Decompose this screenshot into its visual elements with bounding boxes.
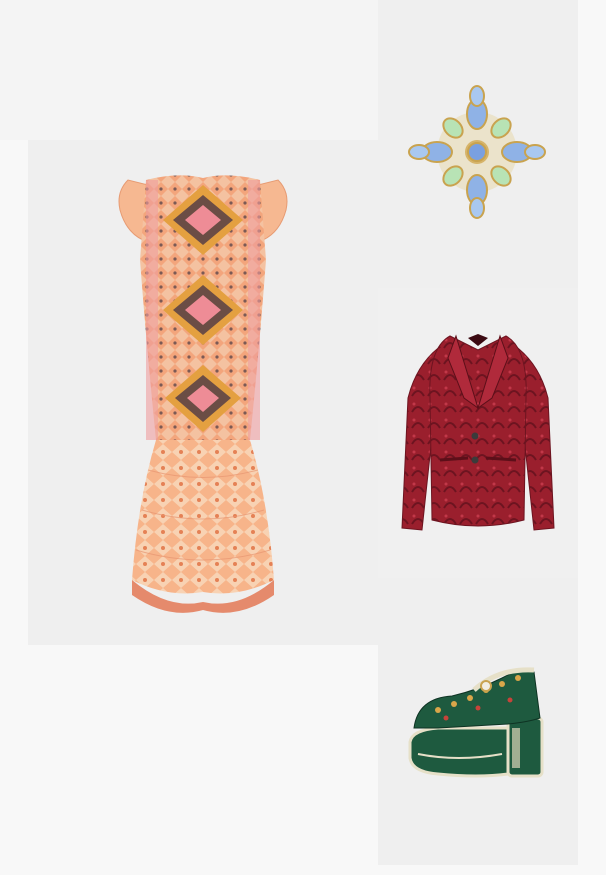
product-tile-brooch[interactable] xyxy=(378,0,578,288)
product-tile-blazer[interactable] xyxy=(378,288,578,578)
empty-tile xyxy=(0,0,378,140)
product-tile-shoe[interactable] xyxy=(378,578,578,865)
red-jacquard-blazer-image xyxy=(401,334,555,531)
product-tile-dress[interactable] xyxy=(28,140,378,645)
patterned-dress-image xyxy=(118,175,288,613)
jeweled-brooch-image xyxy=(408,85,546,219)
green-velvet-platform-shoe-image xyxy=(408,667,544,778)
